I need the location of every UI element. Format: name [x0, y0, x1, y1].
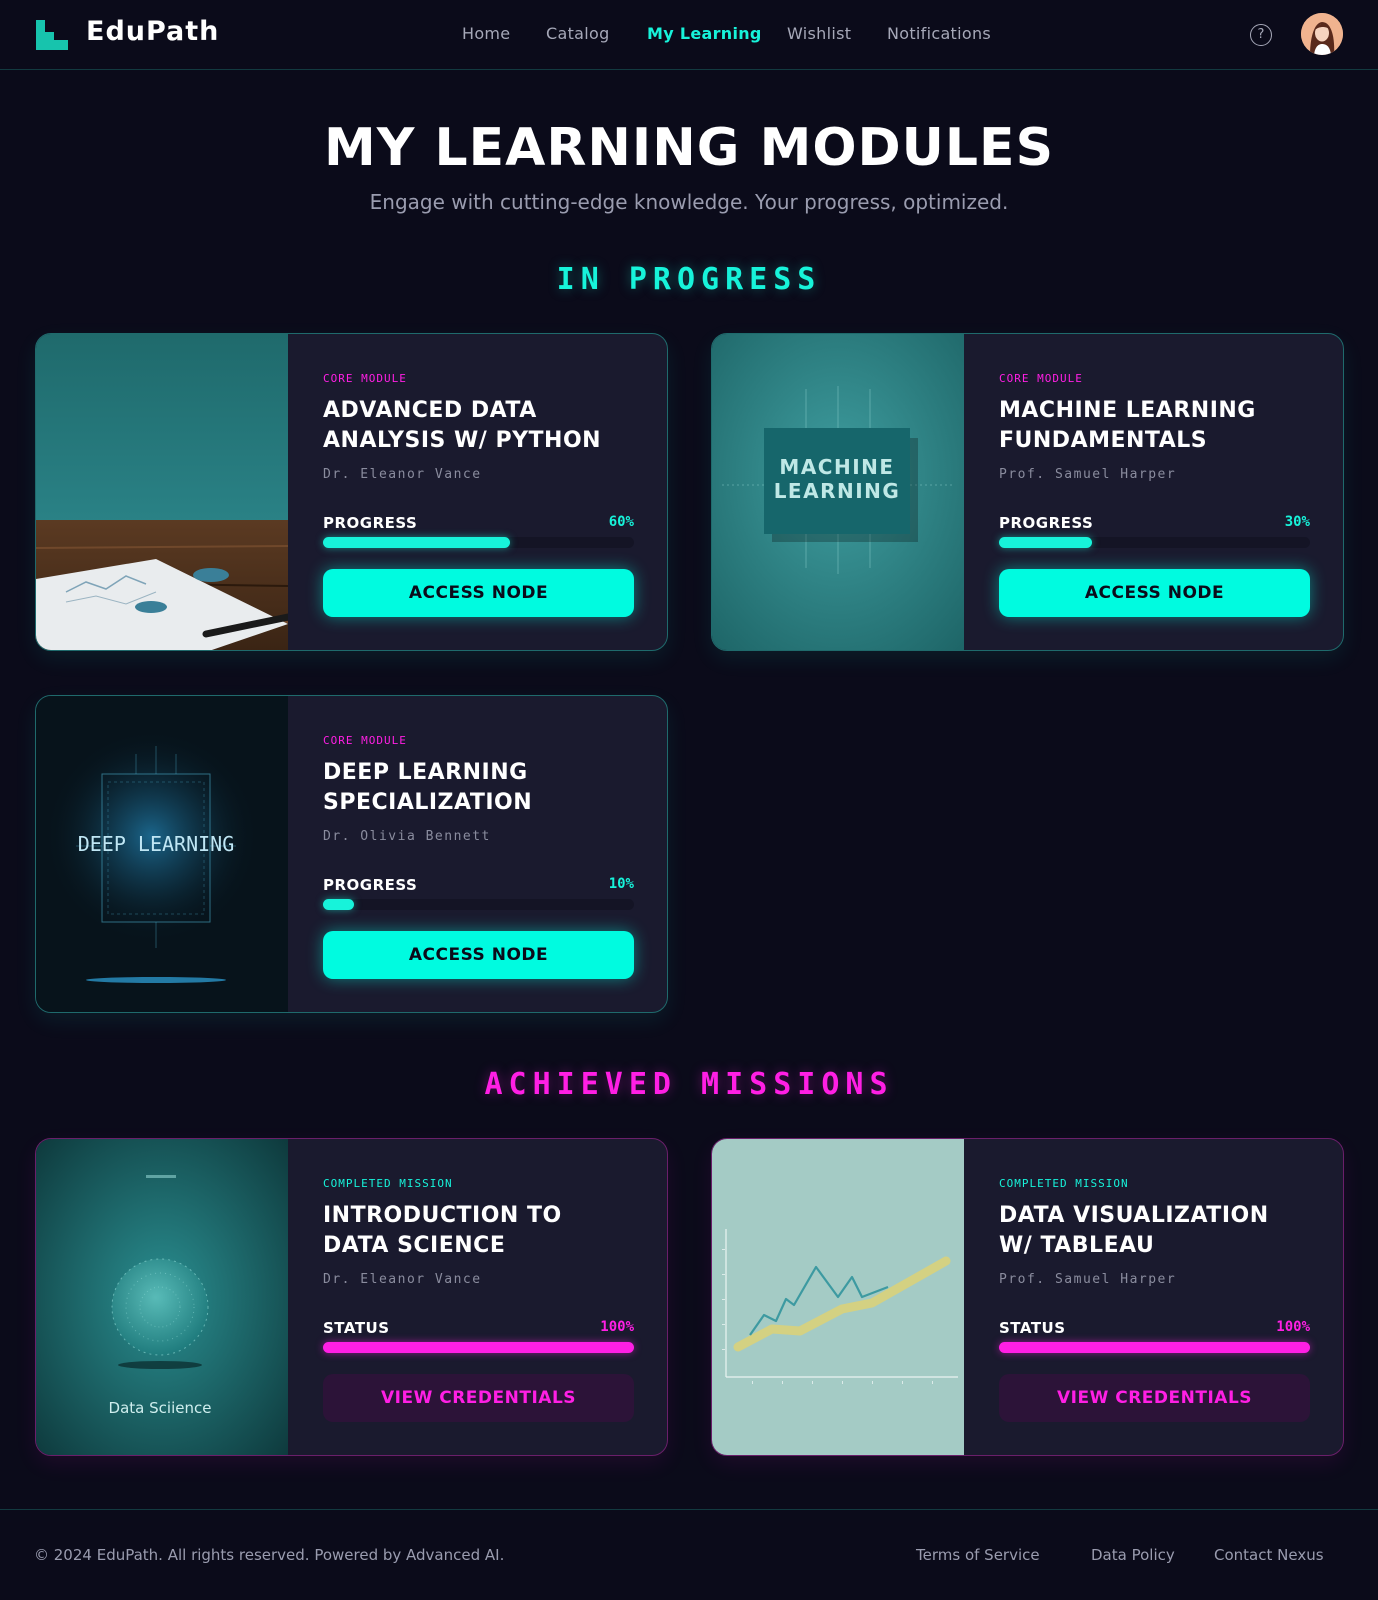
access-node-button[interactable]: ACCESS NODE: [323, 931, 634, 979]
progress-percent: 30%: [1284, 514, 1310, 530]
avatar-portrait: [1301, 13, 1343, 55]
status-label: STATUS: [999, 1319, 1066, 1337]
progress-bar: [323, 537, 634, 548]
progress-label: PROGRESS: [999, 514, 1094, 532]
course-card-body: CORE MODULE ADVANCED DATA ANALYSIS W/ PY…: [323, 334, 634, 650]
course-instructor: Dr. Eleanor Vance: [323, 1272, 482, 1287]
help-icon[interactable]: ?: [1250, 24, 1272, 46]
progress-label: PROGRESS: [323, 514, 418, 532]
course-title[interactable]: INTRODUCTION TO DATA SCIENCE: [323, 1201, 634, 1261]
course-card: DEEP LEARNING CORE MODULE DEEP LEARNING …: [35, 695, 668, 1013]
footer-link-data-policy[interactable]: Data Policy: [1091, 1546, 1175, 1564]
course-title[interactable]: ADVANCED DATA ANALYSIS W/ PYTHON: [323, 396, 634, 456]
thumbnail-caption: MACHINE: [779, 455, 894, 479]
nav-link-my-learning[interactable]: My Learning: [647, 24, 762, 43]
view-credentials-button[interactable]: VIEW CREDENTIALS: [323, 1374, 634, 1422]
course-instructor: Dr. Olivia Bennett: [323, 829, 491, 844]
data-visualization-image: [712, 1139, 964, 1455]
progress-bar-fill: [999, 1342, 1310, 1353]
course-card-body: COMPLETED MISSION INTRODUCTION TO DATA S…: [323, 1139, 634, 1455]
course-card-body: COMPLETED MISSION DATA VISUALIZATION W/ …: [999, 1139, 1310, 1455]
progress-label: PROGRESS: [323, 876, 418, 894]
top-nav: EduPath Home Catalog My Learning Wishlis…: [0, 0, 1378, 70]
progress-bar-fill: [323, 537, 510, 548]
course-type-label: CORE MODULE: [999, 372, 1083, 385]
data-science-book-cover-image: Data Sciience: [36, 1139, 288, 1455]
access-node-button[interactable]: ACCESS NODE: [323, 569, 634, 617]
progress-percent: 60%: [608, 514, 634, 530]
course-instructor: Prof. Samuel Harper: [999, 1272, 1177, 1287]
course-thumbnail: DEEP LEARNING: [36, 696, 288, 1012]
footer-link-contact[interactable]: Contact Nexus: [1214, 1546, 1324, 1564]
data-analysis-image: [36, 334, 288, 650]
progress-bar: [999, 537, 1310, 548]
course-type-label: CORE MODULE: [323, 372, 407, 385]
progress-percent: 10%: [608, 876, 634, 892]
machine-learning-chip-image: MACHINE LEARNING: [712, 334, 964, 650]
progress-bar-fill: [323, 899, 355, 910]
status-percent: 100%: [1276, 1319, 1310, 1335]
thumbnail-caption: Data Sciience: [109, 1399, 212, 1417]
page-title: MY LEARNING MODULES: [323, 118, 1055, 178]
course-card: COMPLETED MISSION DATA VISUALIZATION W/ …: [711, 1138, 1344, 1456]
course-thumbnail: MACHINE LEARNING: [712, 334, 964, 650]
page-subtitle: Engage with cutting-edge knowledge. Your…: [369, 190, 1009, 214]
copyright-text: © 2024 EduPath. All rights reserved. Pow…: [34, 1546, 505, 1564]
progress-bar: [323, 1342, 634, 1353]
course-title[interactable]: DATA VISUALIZATION W/ TABLEAU: [999, 1201, 1310, 1261]
thumbnail-caption: DEEP LEARNING: [78, 832, 235, 856]
course-instructor: Prof. Samuel Harper: [999, 467, 1177, 482]
course-card-body: CORE MODULE MACHINE LEARNING FUNDAMENTAL…: [999, 334, 1310, 650]
deep-learning-image: DEEP LEARNING: [36, 696, 288, 1012]
course-title[interactable]: MACHINE LEARNING FUNDAMENTALS: [999, 396, 1310, 456]
avatar[interactable]: [1301, 13, 1343, 55]
section-title-achieved-missions: ACHIEVED MISSIONS: [484, 1067, 894, 1102]
status-percent: 100%: [600, 1319, 634, 1335]
course-title[interactable]: DEEP LEARNING SPECIALIZATION: [323, 758, 634, 818]
course-card: MACHINE LEARNING CORE MODULE MACHINE LEA…: [711, 333, 1344, 651]
thumbnail-caption: LEARNING: [774, 479, 901, 503]
course-thumbnail: Data Sciience: [36, 1139, 288, 1455]
course-card-body: CORE MODULE DEEP LEARNING SPECIALIZATION…: [323, 696, 634, 1012]
progress-bar: [999, 1342, 1310, 1353]
nav-link-catalog[interactable]: Catalog: [546, 24, 610, 43]
progress-bar-fill: [999, 537, 1093, 548]
course-type-label: COMPLETED MISSION: [999, 1177, 1129, 1190]
footer: © 2024 EduPath. All rights reserved. Pow…: [0, 1509, 1378, 1600]
course-card: CORE MODULE ADVANCED DATA ANALYSIS W/ PY…: [35, 333, 668, 651]
nav-link-wishlist[interactable]: Wishlist: [787, 24, 851, 43]
progress-bar-fill: [323, 1342, 634, 1353]
nav-link-home[interactable]: Home: [462, 24, 510, 43]
view-credentials-button[interactable]: VIEW CREDENTIALS: [999, 1374, 1310, 1422]
course-instructor: Dr. Eleanor Vance: [323, 467, 482, 482]
section-title-in-progress: IN PROGRESS: [556, 262, 822, 297]
status-label: STATUS: [323, 1319, 390, 1337]
course-type-label: COMPLETED MISSION: [323, 1177, 453, 1190]
course-card: Data Sciience COMPLETED MISSION INTRODUC…: [35, 1138, 668, 1456]
nav-link-notifications[interactable]: Notifications: [887, 24, 991, 43]
course-thumbnail: [712, 1139, 964, 1455]
footer-link-terms[interactable]: Terms of Service: [916, 1546, 1040, 1564]
brand-name[interactable]: EduPath: [86, 16, 219, 47]
course-type-label: CORE MODULE: [323, 734, 407, 747]
logo-icon[interactable]: [36, 20, 68, 50]
progress-bar: [323, 899, 634, 910]
access-node-button[interactable]: ACCESS NODE: [999, 569, 1310, 617]
course-thumbnail: [36, 334, 288, 650]
